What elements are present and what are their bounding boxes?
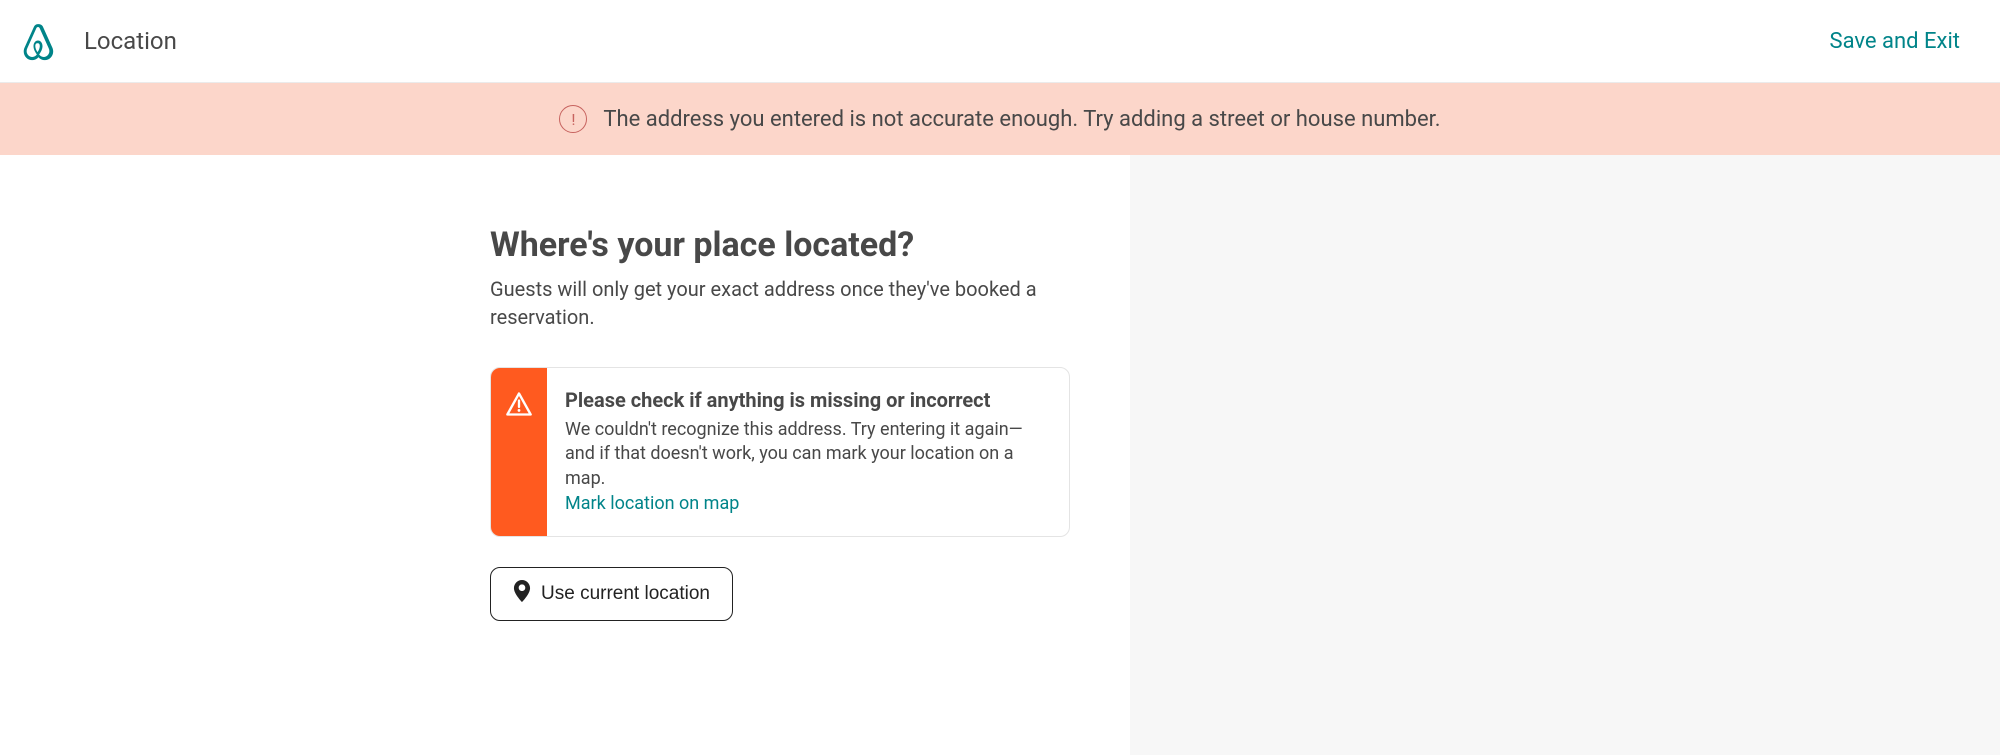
right-panel [1130, 155, 2000, 755]
save-and-exit-link[interactable]: Save and Exit [1830, 29, 1960, 54]
warning-triangle-icon [491, 368, 547, 536]
warning-card-body: Please check if anything is missing or i… [547, 368, 1069, 536]
warning-card: Please check if anything is missing or i… [490, 367, 1070, 537]
page-title: Location [84, 27, 177, 55]
error-banner-text: The address you entered is not accurate … [603, 107, 1440, 132]
error-banner: ! The address you entered is not accurat… [0, 83, 2000, 155]
header-left: Location [20, 20, 177, 62]
warning-title: Please check if anything is missing or i… [565, 388, 1045, 412]
header: Location Save and Exit [0, 0, 2000, 83]
left-panel: Where's your place located? Guests will … [0, 155, 1130, 755]
mark-location-link[interactable]: Mark location on map [565, 493, 739, 514]
location-pin-icon [513, 580, 531, 608]
warning-body-text: We couldn't recognize this address. Try … [565, 418, 1045, 491]
use-current-location-label: Use current location [541, 583, 710, 605]
main-subheading: Guests will only get your exact address … [490, 275, 1070, 331]
use-current-location-button[interactable]: Use current location [490, 567, 733, 621]
alert-circle-icon: ! [559, 105, 587, 133]
main-heading: Where's your place located? [490, 225, 1070, 265]
airbnb-logo-icon[interactable] [20, 20, 56, 62]
main-container: Where's your place located? Guests will … [0, 155, 2000, 755]
content-wrapper: Where's your place located? Guests will … [490, 225, 1070, 715]
